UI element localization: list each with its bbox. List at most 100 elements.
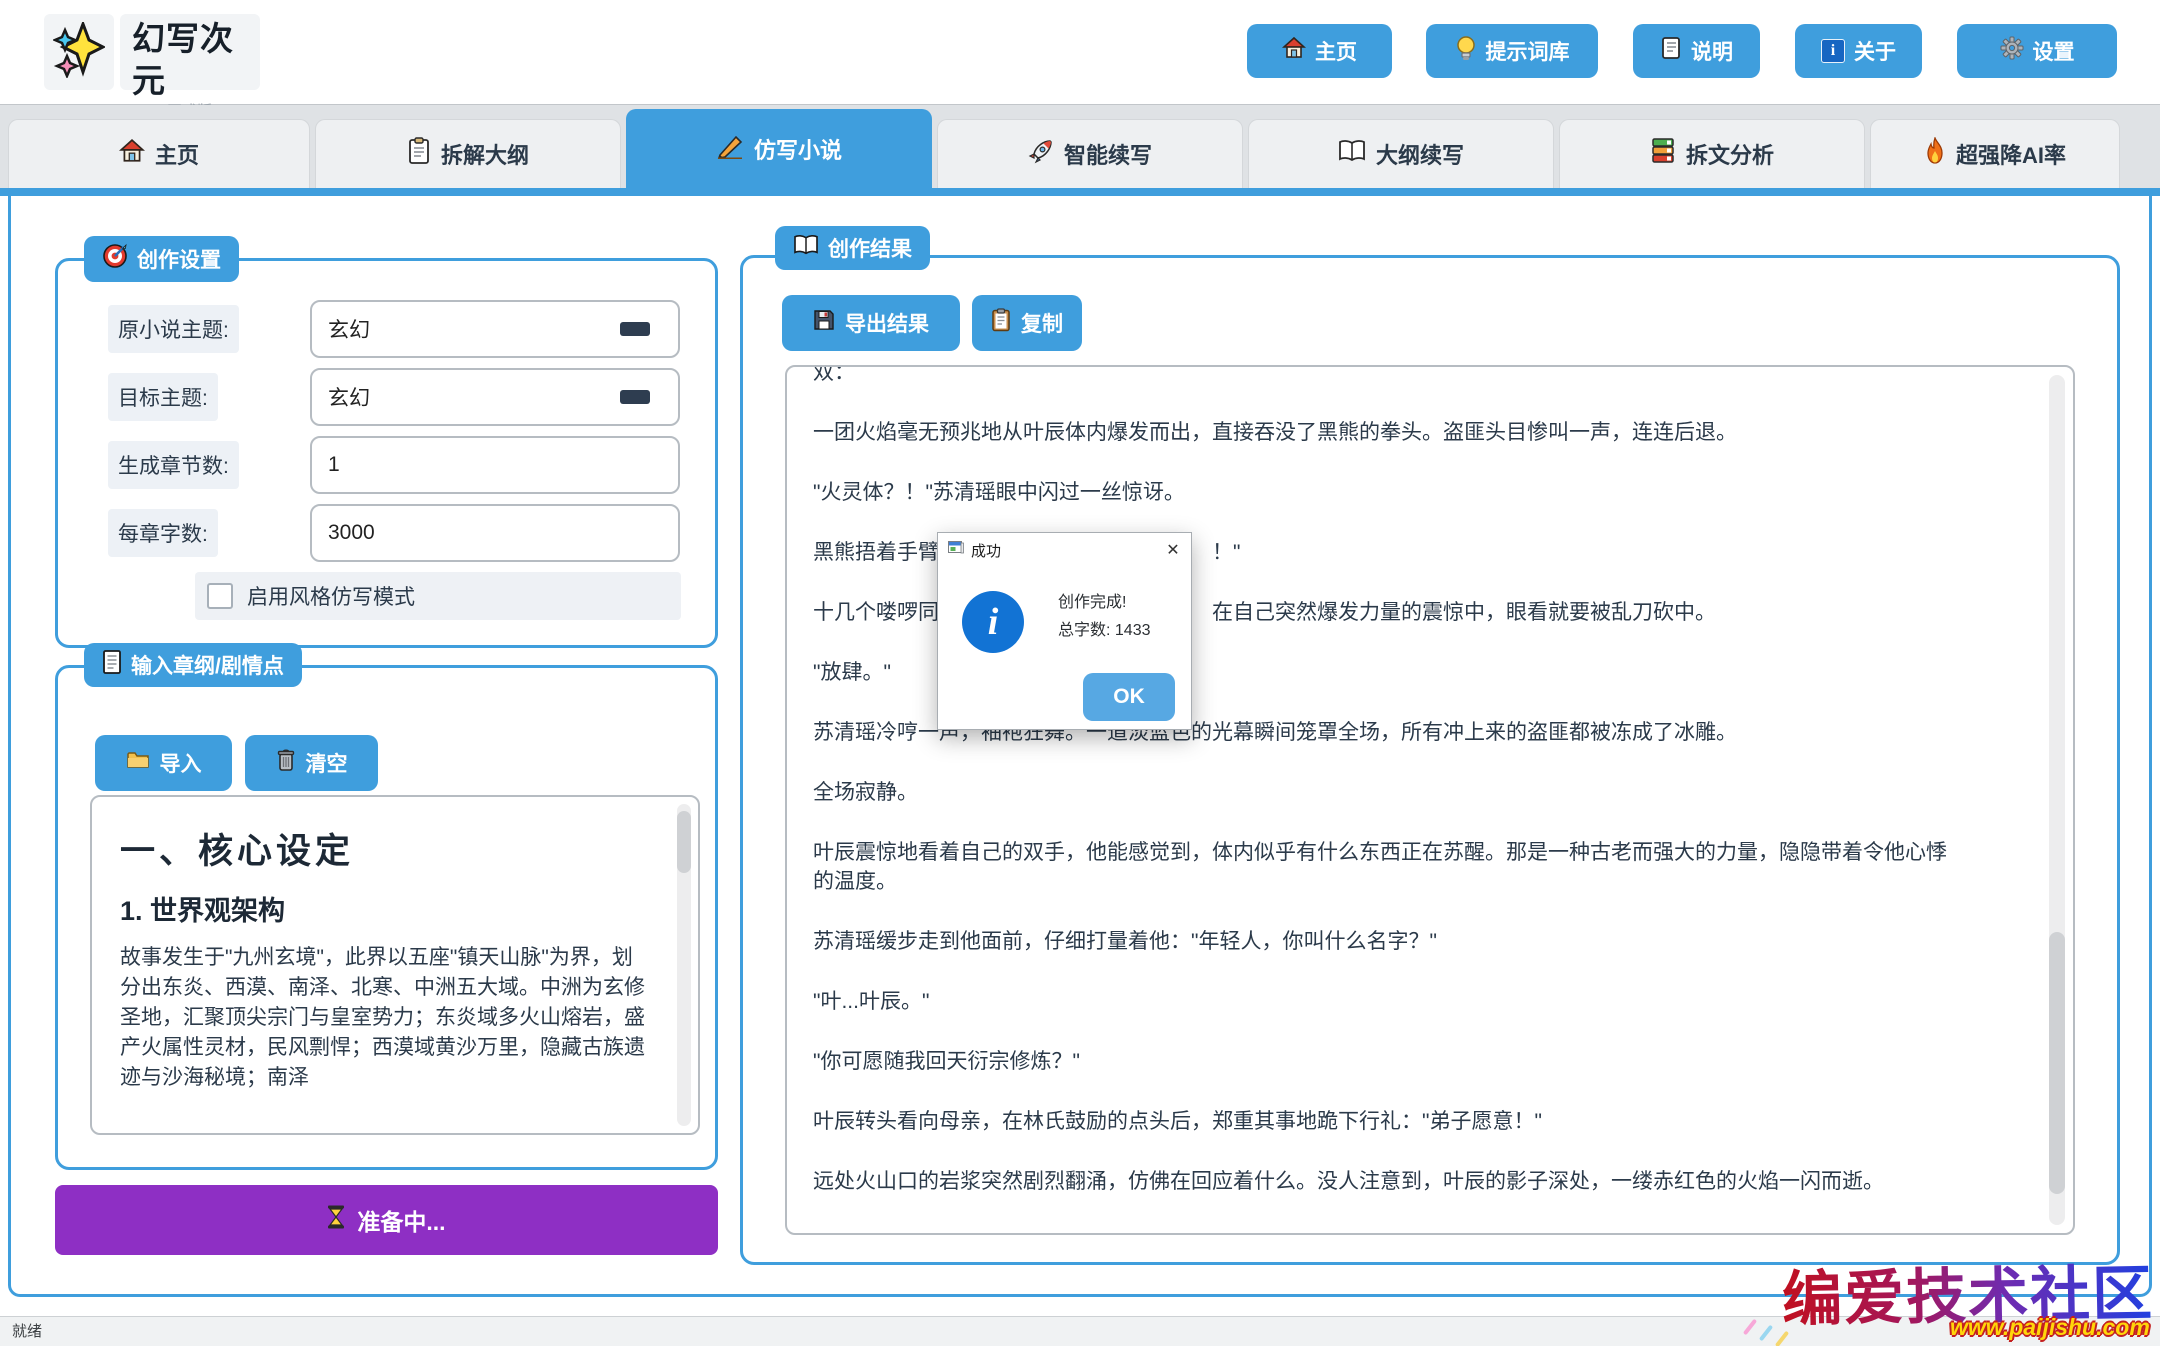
outline-heading: 一、核心设定 xyxy=(120,823,354,874)
page-icon xyxy=(102,650,122,680)
style-imitation-checkbox[interactable] xyxy=(207,583,233,609)
dialog-ok-button[interactable]: OK xyxy=(1083,673,1175,721)
generate-button-label: 准备中... xyxy=(357,1203,445,1237)
active-tab-strip xyxy=(0,188,2160,196)
settings-panel-chip: 创作设置 xyxy=(84,236,239,282)
result-textarea[interactable]: 双： 一团火焰毫无预兆地从叶辰体内爆发而出，直接吞没了黑熊的拳头。盗匪头目惨叫一… xyxy=(785,365,2075,1235)
gear-icon xyxy=(2000,36,2024,66)
result-paragraph: 叶辰转头看向母亲，在林氏鼓励的点头后，郑重其事地跪下行礼："弟子愿意！" xyxy=(813,1107,1963,1136)
tab-home-label: 主页 xyxy=(155,138,199,170)
outline-subheading: 1. 世界观架构 xyxy=(120,889,285,928)
success-dialog: 成功 ✕ i 创作完成! 总字数: 1433 OK xyxy=(937,532,1192,730)
header: 幻写次元 V8.2 正式版 主页 提示词库 说明 i 关于 xyxy=(0,0,2160,105)
app-title: 幻写次元 xyxy=(132,18,248,102)
sparkles-icon xyxy=(53,22,105,83)
app-logo xyxy=(44,14,114,90)
house-icon xyxy=(1282,36,1306,66)
result-paragraph: 一团火焰毫无预兆地从叶辰体内爆发而出，直接吞没了黑熊的拳头。盗匪头目惨叫一声，连… xyxy=(813,418,1963,447)
dialog-message-line2: 总字数: 1433 xyxy=(1058,616,1151,640)
about-button[interactable]: i 关于 xyxy=(1795,24,1922,78)
tab-text-analysis[interactable]: 拆文分析 xyxy=(1559,119,1865,188)
export-result-button[interactable]: 导出结果 xyxy=(782,295,960,351)
success-dialog-titlebar[interactable]: 成功 xyxy=(938,533,1191,567)
status-text: 就绪 xyxy=(12,1323,42,1340)
app-window: 幻写次元 V8.2 正式版 主页 提示词库 说明 i 关于 xyxy=(0,0,2160,1346)
tab-smart-continue[interactable]: 智能续写 xyxy=(937,119,1243,188)
result-panel-chip: 创作结果 xyxy=(775,226,930,270)
settings-button-label: 设置 xyxy=(2033,36,2075,66)
rocket-icon xyxy=(1028,138,1054,170)
prompt-library-button-label: 提示词库 xyxy=(1486,36,1570,66)
generate-button[interactable]: 准备中... xyxy=(55,1185,718,1255)
notebook-icon xyxy=(1660,36,1682,66)
words-per-chapter-input[interactable] xyxy=(310,504,680,562)
result-paragraph: 双： xyxy=(813,367,1963,387)
open-book-icon xyxy=(1338,139,1366,169)
outline-textarea[interactable]: 一、核心设定 1. 世界观架构 故事发生于"九州玄境"，此界以五座"镇天山脉"为… xyxy=(90,795,700,1135)
home-button-label: 主页 xyxy=(1315,36,1357,66)
dialog-message-line1: 创作完成! xyxy=(1058,588,1126,612)
style-imitation-row: 启用风格仿写模式 xyxy=(195,572,681,620)
trash-icon xyxy=(276,748,296,778)
about-button-label: 关于 xyxy=(1854,36,1896,66)
books-icon xyxy=(1650,137,1676,171)
tab-outline-continue-label: 大纲续写 xyxy=(1376,138,1464,170)
result-paragraph: 苏清瑶缓步走到他面前，仔细打量着他："年轻人，你叫什么名字？" xyxy=(813,927,1963,956)
clear-button-label: 清空 xyxy=(306,748,348,778)
clear-button[interactable]: 清空 xyxy=(245,735,378,791)
app-title-block: 幻写次元 V8.2 正式版 xyxy=(120,14,260,90)
tab-bar: 主页 拆解大纲 仿写小说 智能续写 大纲续写 xyxy=(0,105,2160,188)
watermark-url: www.paijishu.com xyxy=(1950,1314,2150,1341)
style-imitation-label: 启用风格仿写模式 xyxy=(247,581,415,611)
outline-panel-chip: 输入章纲/剧情点 xyxy=(84,643,302,687)
result-paragraph: 叶辰震惊地看着自己的双手，他能感觉到，体内似乎有什么东西正在苏醒。那是一种古老而… xyxy=(813,838,1963,896)
target-theme-dropdown-button[interactable] xyxy=(620,390,650,404)
home-button[interactable]: 主页 xyxy=(1247,24,1392,78)
outline-body-text: 故事发生于"九州玄境"，此界以五座"镇天山脉"为界，划分出东炎、西漠、南泽、北寒… xyxy=(120,943,645,1093)
field-label-source-theme: 原小说主题: xyxy=(108,305,239,353)
tab-smart-continue-label: 智能续写 xyxy=(1064,138,1152,170)
result-paragraph: "火灵体？！"苏清瑶眼中闪过一丝惊讶。 xyxy=(813,478,1963,507)
result-scrollbar-thumb[interactable] xyxy=(2049,932,2065,1194)
manual-button[interactable]: 说明 xyxy=(1633,24,1760,78)
house-icon xyxy=(119,138,145,170)
chapter-count-input[interactable] xyxy=(310,436,680,494)
open-book-icon xyxy=(793,234,819,262)
dialog-info-icon: i xyxy=(962,591,1024,653)
result-panel-title: 创作结果 xyxy=(828,233,912,263)
settings-button[interactable]: 设置 xyxy=(1957,24,2117,78)
target-icon xyxy=(102,243,128,275)
copy-button-label: 复制 xyxy=(1021,308,1063,338)
import-button-label: 导入 xyxy=(160,748,202,778)
clipboard-icon xyxy=(991,308,1011,338)
tab-ai-rate-reducer-label: 超强降AI率 xyxy=(1956,138,2066,170)
tab-outline-continue[interactable]: 大纲续写 xyxy=(1248,119,1554,188)
tab-home[interactable]: 主页 xyxy=(8,119,310,188)
import-button[interactable]: 导入 xyxy=(95,735,232,791)
tab-outline-extract-label: 拆解大纲 xyxy=(441,138,529,170)
copy-button[interactable]: 复制 xyxy=(972,295,1082,351)
tab-imitate-novel[interactable]: 仿写小说 xyxy=(626,109,932,188)
hourglass-icon xyxy=(327,1205,345,1235)
field-label-target-theme: 目标主题: xyxy=(108,373,218,421)
info-icon: i xyxy=(1821,39,1845,63)
writing-icon xyxy=(716,133,744,165)
result-paragraph: "叶...叶辰。" xyxy=(813,987,1963,1016)
tab-outline-extract[interactable]: 拆解大纲 xyxy=(315,119,621,188)
result-paragraph: "你可愿随我回天衍宗修炼？" xyxy=(813,1047,1963,1076)
result-paragraph: 远处火山口的岩浆突然剧烈翻涌，仿佛在回应着什么。没人注意到，叶辰的影子深处，一缕… xyxy=(813,1167,1963,1196)
settings-panel-title: 创作设置 xyxy=(137,244,221,274)
outline-scrollbar-thumb[interactable] xyxy=(677,811,691,873)
tab-ai-rate-reducer[interactable]: 超强降AI率 xyxy=(1870,119,2120,188)
floppy-disk-icon xyxy=(813,309,835,337)
field-label-chapter-count: 生成章节数: xyxy=(108,441,239,489)
source-theme-dropdown-button[interactable] xyxy=(620,322,650,336)
success-dialog-title: 成功 xyxy=(971,540,1001,561)
export-result-button-label: 导出结果 xyxy=(845,308,929,338)
fire-icon xyxy=(1924,137,1946,171)
dialog-close-icon[interactable]: ✕ xyxy=(1155,533,1191,567)
tab-imitate-novel-label: 仿写小说 xyxy=(754,133,842,165)
clipboard-icon xyxy=(407,137,431,171)
prompt-library-button[interactable]: 提示词库 xyxy=(1426,24,1598,78)
manual-button-label: 说明 xyxy=(1691,36,1733,66)
